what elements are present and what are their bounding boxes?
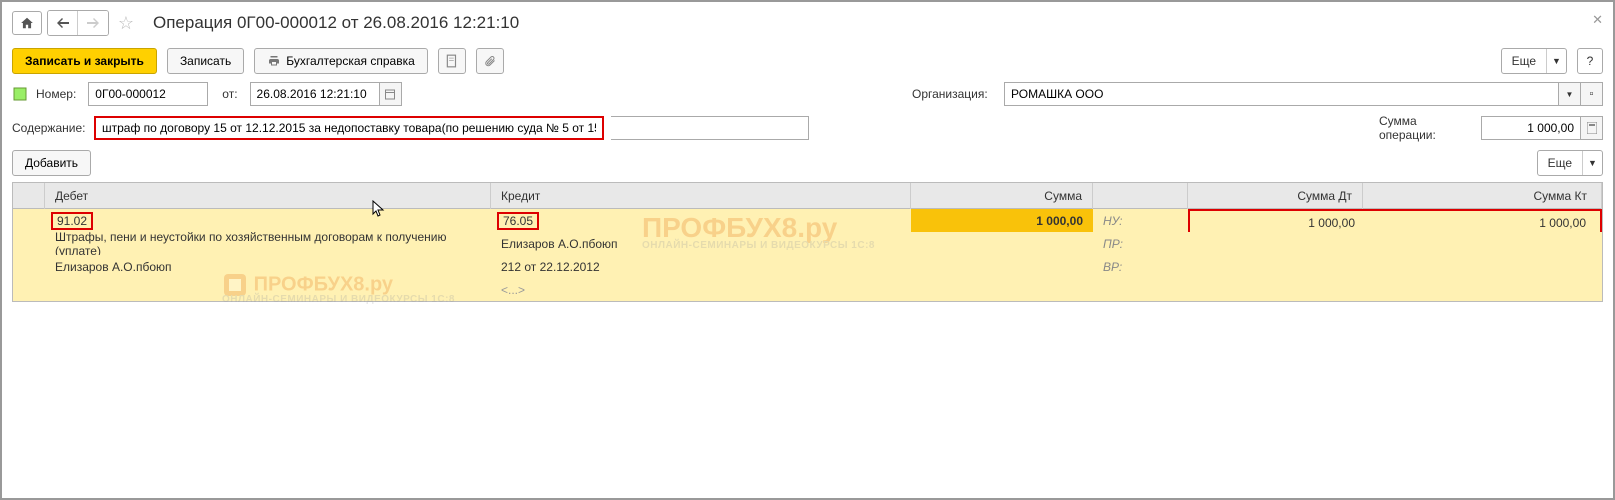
entries-table: Дебет Кредит Сумма Сумма Дт Сумма Кт 91.… (12, 182, 1603, 302)
credit-account-value: 76.05 (497, 212, 539, 230)
save-button[interactable]: Записать (167, 48, 244, 74)
sumkt-cell[interactable]: 1 000,00 (1365, 211, 1600, 234)
home-icon (20, 16, 34, 30)
table-row[interactable]: Елизаров А.О.пбоюп 212 от 22.12.2012 ВР: (13, 255, 1602, 278)
row2-key: ПР: (1093, 232, 1188, 255)
forward-button[interactable] (78, 11, 108, 35)
col-sum-header[interactable]: Сумма (911, 183, 1093, 209)
opsum-label: Сумма операции: (1379, 114, 1469, 142)
sum-cell[interactable]: 1 000,00 (911, 209, 1093, 232)
content-input[interactable] (94, 116, 604, 140)
row3-key: ВР: (1093, 255, 1188, 278)
attach-button[interactable] (476, 48, 504, 74)
table-row[interactable]: Штрафы, пени и неустойки по хозяйственны… (13, 232, 1602, 255)
credit-account-cell[interactable]: 76.05 (491, 209, 911, 232)
table-header: Дебет Кредит Сумма Сумма Дт Сумма Кт (13, 183, 1602, 209)
table-more-label: Еще (1538, 156, 1582, 170)
col-debit-header[interactable]: Дебет (45, 183, 491, 209)
credit-sub2-cell[interactable]: 212 от 22.12.2012 (491, 255, 911, 278)
date-input[interactable] (250, 82, 380, 106)
date-picker-button[interactable] (380, 82, 402, 106)
paperclip-icon (484, 54, 496, 68)
debit-sub2-cell[interactable]: Елизаров А.О.пбоюп (45, 255, 491, 278)
calculator-icon (1587, 122, 1597, 134)
more-button[interactable]: Еще ▼ (1501, 48, 1567, 74)
col-sumdt-header[interactable]: Сумма Дт (1188, 183, 1363, 209)
back-button[interactable] (48, 11, 78, 35)
col-credit-header[interactable]: Кредит (491, 183, 911, 209)
date-label: от: (222, 87, 237, 101)
close-icon[interactable]: ✕ (1592, 12, 1603, 28)
register-icon (445, 54, 459, 68)
chevron-down-icon: ▼ (1546, 49, 1566, 73)
opsum-input[interactable] (1481, 116, 1581, 140)
col-sumkt-header[interactable]: Сумма Кт (1363, 183, 1602, 209)
chevron-down-icon: ▼ (1582, 151, 1602, 175)
number-input[interactable] (88, 82, 208, 106)
add-row-button[interactable]: Добавить (12, 150, 91, 176)
table-row[interactable]: <...> (13, 278, 1602, 301)
register-button[interactable] (438, 48, 466, 74)
accounting-ref-label: Бухгалтерская справка (286, 54, 415, 68)
credit-sub3-cell[interactable]: <...> (491, 278, 911, 301)
content-label: Содержание: (12, 121, 82, 135)
org-open-button[interactable]: ▫ (1581, 82, 1603, 106)
org-dropdown-button[interactable]: ▼ (1559, 82, 1581, 106)
arrow-left-icon (57, 18, 69, 28)
sumdt-cell[interactable]: 1 000,00 (1190, 211, 1365, 234)
content-input-ext[interactable] (611, 116, 809, 140)
help-button[interactable]: ? (1577, 48, 1603, 74)
calendar-icon (384, 88, 396, 100)
org-input[interactable] (1004, 82, 1559, 106)
page-title: Операция 0Г00-000012 от 26.08.2016 12:21… (153, 13, 519, 33)
table-more-button[interactable]: Еще ▼ (1537, 150, 1603, 176)
credit-sub1-cell[interactable]: Елизаров А.О.пбоюп (491, 232, 911, 255)
printer-icon (267, 55, 281, 67)
number-label: Номер: (36, 87, 76, 101)
home-button[interactable] (12, 11, 42, 35)
more-label: Еще (1502, 54, 1546, 68)
accounting-ref-button[interactable]: Бухгалтерская справка (254, 48, 428, 74)
arrow-right-icon (87, 18, 99, 28)
org-label: Организация: (912, 87, 992, 101)
opsum-calc-button[interactable] (1581, 116, 1603, 140)
dt-kt-highlight: 1 000,00 1 000,00 (1188, 209, 1602, 232)
save-close-button[interactable]: Записать и закрыть (12, 48, 157, 74)
debit-account-value: 91.02 (51, 212, 93, 230)
document-status-icon (12, 86, 28, 102)
row1-key: НУ: (1093, 209, 1188, 232)
debit-sub1-cell[interactable]: Штрафы, пени и неустойки по хозяйственны… (45, 232, 491, 255)
favorite-star-icon[interactable]: ☆ (114, 11, 138, 35)
